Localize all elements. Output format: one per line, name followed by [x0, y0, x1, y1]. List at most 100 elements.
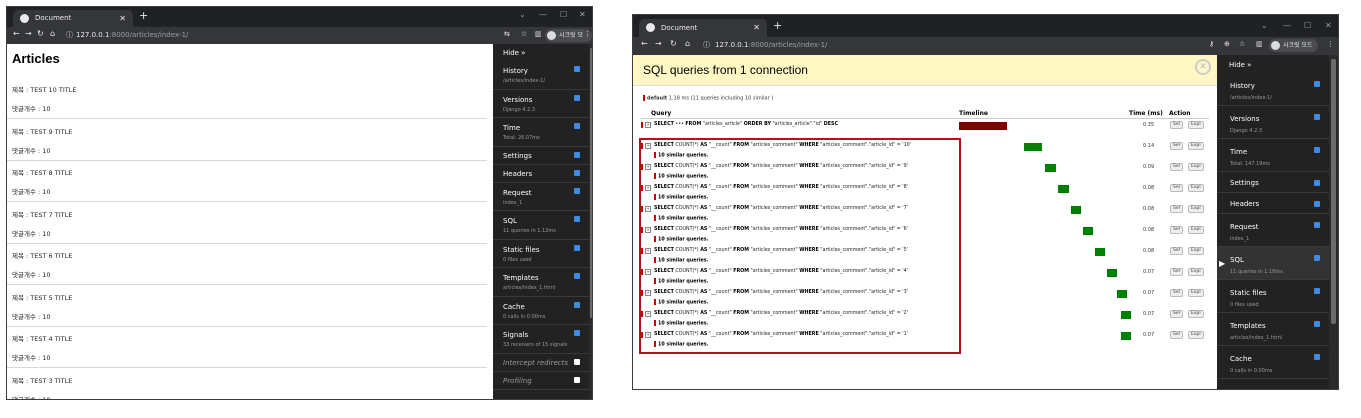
- close-window-button[interactable]: ✕: [579, 10, 586, 19]
- profile-button[interactable]: 시크릿 모드: [1269, 39, 1318, 52]
- scrollbar[interactable]: [1329, 55, 1338, 389]
- expl-button[interactable]: Expl: [1188, 142, 1204, 150]
- toolbar-panel-profiling[interactable]: Profiling: [493, 372, 589, 390]
- zoom-icon[interactable]: ⊕: [1224, 40, 1230, 48]
- close-panel-icon[interactable]: ✕: [1195, 59, 1211, 75]
- sel-button[interactable]: Sel: [1170, 226, 1183, 234]
- toolbar-panel-cache[interactable]: Cache 0 calls in 0.00ms: [1217, 346, 1329, 379]
- expand-toggle-icon[interactable]: +: [645, 122, 651, 128]
- maximize-button[interactable]: ☐: [560, 10, 567, 19]
- tab-document[interactable]: Document ✕: [639, 19, 767, 37]
- sidepanel-icon[interactable]: ▥: [535, 30, 542, 38]
- toolbar-panel-request[interactable]: Request index_1: [493, 183, 589, 211]
- expl-button[interactable]: Expl: [1188, 121, 1204, 129]
- toolbar-panel-history[interactable]: History/articles/index-1/: [1217, 73, 1329, 106]
- toolbar-panel-settings[interactable]: Settings: [1217, 172, 1329, 193]
- panel-toggle-checkbox[interactable]: [1314, 147, 1320, 153]
- close-window-button[interactable]: ✕: [1325, 21, 1332, 30]
- info-icon[interactable]: ⓘ: [703, 40, 710, 50]
- expl-button[interactable]: Expl: [1188, 205, 1204, 213]
- expl-button[interactable]: Expl: [1188, 247, 1204, 255]
- sel-button[interactable]: Sel: [1170, 268, 1183, 276]
- sel-button[interactable]: Sel: [1170, 163, 1183, 171]
- sel-button[interactable]: Sel: [1170, 142, 1183, 150]
- toolbar-panel-headers[interactable]: Headers: [493, 165, 589, 183]
- sel-button[interactable]: Sel: [1170, 205, 1183, 213]
- toolbar-panel-sql[interactable]: SQL 11 queries in 1.18ms ▶: [1217, 247, 1329, 280]
- bookmark-star-icon[interactable]: ☆: [521, 30, 527, 38]
- toolbar-panel-cache[interactable]: Cache 0 calls in 0.00ms: [493, 297, 589, 325]
- sidepanel-icon[interactable]: ▥: [1256, 40, 1263, 48]
- toolbar-panel-headers[interactable]: Headers: [1217, 193, 1329, 214]
- expl-button[interactable]: Expl: [1188, 226, 1204, 234]
- home-button[interactable]: ⌂: [50, 29, 55, 38]
- tab-document[interactable]: Document ✕: [13, 10, 133, 27]
- forward-button[interactable]: →: [25, 29, 32, 38]
- sel-button[interactable]: Sel: [1170, 310, 1183, 318]
- sel-button[interactable]: Sel: [1170, 289, 1183, 297]
- panel-toggle-checkbox[interactable]: [574, 123, 580, 129]
- panel-toggle-checkbox[interactable]: [574, 330, 580, 336]
- reload-button[interactable]: ↻: [670, 39, 677, 48]
- panel-toggle-checkbox[interactable]: [574, 216, 580, 222]
- panel-toggle-checkbox[interactable]: [574, 376, 580, 383]
- close-icon[interactable]: ✕: [753, 19, 760, 37]
- info-icon[interactable]: ⓘ: [66, 30, 73, 40]
- scrollbar-thumb[interactable]: [1331, 59, 1336, 324]
- hide-toolbar-link[interactable]: Hide »: [493, 49, 589, 57]
- expl-button[interactable]: Expl: [1188, 268, 1204, 276]
- panel-toggle-checkbox[interactable]: [1314, 354, 1320, 360]
- expl-button[interactable]: Expl: [1188, 163, 1204, 171]
- expl-button[interactable]: Expl: [1188, 331, 1204, 339]
- expl-button[interactable]: Expl: [1188, 184, 1204, 192]
- home-button[interactable]: ⌂: [685, 39, 690, 48]
- panel-toggle-checkbox[interactable]: [574, 358, 580, 365]
- panel-toggle-checkbox[interactable]: [574, 301, 580, 308]
- sel-button[interactable]: Sel: [1170, 247, 1183, 255]
- panel-toggle-checkbox[interactable]: [1314, 222, 1320, 228]
- minimize-button[interactable]: —: [1283, 21, 1291, 30]
- panel-toggle-checkbox[interactable]: [1314, 114, 1320, 120]
- panel-toggle-checkbox[interactable]: [574, 169, 580, 176]
- panel-toggle-checkbox[interactable]: [1314, 321, 1320, 327]
- toolbar-panel-templates[interactable]: Templates articles/index_1.html: [1217, 313, 1329, 346]
- menu-kebab-icon[interactable]: ⋮: [1327, 40, 1334, 48]
- maximize-button[interactable]: ☐: [1304, 21, 1311, 30]
- new-tab-button[interactable]: +: [139, 9, 148, 22]
- toolbar-panel-request[interactable]: Request index_1: [1217, 214, 1329, 247]
- sel-button[interactable]: Sel: [1170, 184, 1183, 192]
- scrollbar[interactable]: [589, 44, 592, 399]
- key-icon[interactable]: ⚷: [1209, 40, 1214, 48]
- toolbar-panel-time[interactable]: Time Total: 26.07ms: [493, 118, 589, 147]
- translate-icon[interactable]: ⇆: [504, 30, 510, 38]
- toolbar-panel-intercept-redirects[interactable]: Intercept redirects: [493, 354, 589, 372]
- tab-search-icon[interactable]: ⌄: [1261, 21, 1268, 30]
- menu-kebab-icon[interactable]: ⋮: [584, 30, 591, 38]
- toolbar-panel-static-files[interactable]: Static files 0 files used: [1217, 280, 1329, 313]
- toolbar-panel-history[interactable]: History/articles/index-1/: [493, 61, 589, 90]
- toolbar-panel-static-files[interactable]: Static files 0 files used: [493, 240, 589, 268]
- toolbar-panel-time[interactable]: Time Total: 147.19ms: [1217, 139, 1329, 172]
- expl-button[interactable]: Expl: [1188, 310, 1204, 318]
- toolbar-panel-signals[interactable]: Signals 33 receivers of 15 signals: [493, 325, 589, 354]
- url-field[interactable]: 127.0.0.1:8000/articles/index-1/: [715, 41, 827, 49]
- panel-toggle-checkbox[interactable]: [1314, 81, 1320, 87]
- panel-toggle-checkbox[interactable]: [574, 273, 580, 279]
- toolbar-panel-versions[interactable]: Versions Django 4.2.3: [493, 90, 589, 118]
- panel-toggle-checkbox[interactable]: [574, 244, 580, 251]
- tab-search-icon[interactable]: ⌄: [519, 10, 526, 19]
- toolbar-panel-versions[interactable]: Versions Django 4.2.3: [1217, 106, 1329, 139]
- close-icon[interactable]: ✕: [119, 10, 126, 27]
- toolbar-panel-sql[interactable]: SQL 11 queries in 1.12ms: [493, 211, 589, 240]
- panel-toggle-checkbox[interactable]: [1314, 180, 1320, 186]
- panel-toggle-checkbox[interactable]: [574, 151, 580, 158]
- reload-button[interactable]: ↻: [37, 29, 44, 38]
- toolbar-panel-templates[interactable]: Templates articles/index_1.html: [493, 268, 589, 297]
- bookmark-star-icon[interactable]: ☆: [1239, 40, 1245, 48]
- back-button[interactable]: ←: [641, 39, 648, 48]
- new-tab-button[interactable]: +: [773, 19, 782, 32]
- panel-toggle-checkbox[interactable]: [574, 66, 580, 72]
- url-field[interactable]: 127.0.0.1:8000/articles/index-1/: [76, 31, 188, 39]
- minimize-button[interactable]: —: [539, 10, 547, 19]
- toolbar-panel-settings[interactable]: Settings: [493, 147, 589, 165]
